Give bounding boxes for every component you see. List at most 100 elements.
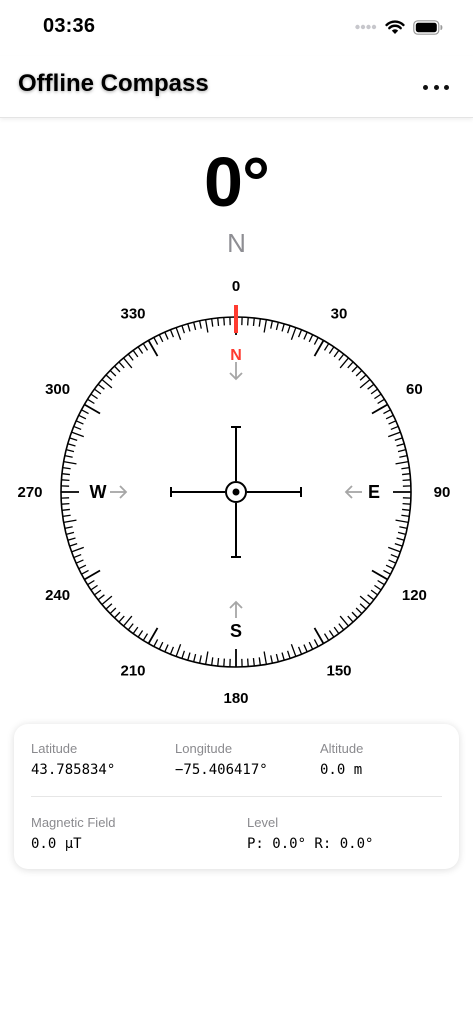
dial-tick	[367, 594, 375, 601]
dial-label: 120	[402, 587, 427, 604]
page-title: Offline Compass	[18, 70, 209, 97]
dial-tick	[383, 409, 391, 415]
dial-tick	[396, 443, 405, 447]
dial-tick	[94, 388, 102, 395]
dial-tick	[370, 589, 378, 596]
dial-tick	[377, 579, 385, 586]
dial-tick	[137, 630, 144, 638]
dial-tick	[338, 353, 345, 361]
dial-tick	[66, 449, 75, 453]
dial-tick	[359, 595, 371, 605]
dial-tick	[81, 409, 89, 415]
dial-tick	[374, 393, 382, 400]
dial-tick	[303, 331, 308, 340]
dial-tick	[388, 420, 397, 425]
dial-tick	[132, 350, 139, 358]
dial-tick	[394, 542, 403, 547]
dial-tick	[290, 644, 297, 657]
dial-tick	[359, 603, 367, 610]
dial-tick	[87, 579, 95, 586]
dial-tick	[97, 594, 105, 601]
dial-tick	[217, 658, 220, 667]
dial-label: 330	[120, 306, 145, 323]
magnetic-field-value: 0.0 µT	[31, 836, 82, 852]
more-options-button[interactable]	[423, 80, 449, 94]
dial-tick	[169, 329, 175, 338]
dial-tick	[258, 657, 261, 666]
compass-dial: 0 30 60 90 120 150 180 210 240 270 300 330 N S W E	[17, 278, 450, 707]
dial-tick	[73, 553, 82, 559]
dial-tick	[109, 369, 117, 377]
dial-tick	[169, 646, 175, 655]
dial-tick	[175, 644, 182, 657]
dial-tick	[303, 644, 308, 653]
dial-tick	[399, 526, 408, 530]
cardinal-east-label: E	[368, 482, 380, 502]
dial-tick	[211, 657, 214, 666]
dial-tick	[377, 398, 385, 405]
dial-tick	[211, 318, 214, 327]
dial-tick	[113, 611, 121, 619]
dial-tick	[69, 437, 78, 442]
dial-tick	[351, 365, 359, 373]
dial-tick	[73, 425, 82, 431]
dial-tick	[385, 414, 394, 420]
dial-tick	[333, 350, 340, 358]
status-time: 03:36	[43, 15, 96, 37]
level-value: P: 0.0° R: 0.0°	[247, 836, 374, 852]
dial-tick	[153, 337, 159, 345]
dial-tick	[158, 641, 164, 650]
dial-tick	[87, 398, 95, 405]
cardinal-north-label: N	[230, 347, 242, 364]
dial-tick	[101, 379, 113, 389]
dial-tick	[396, 537, 405, 541]
dial-tick	[90, 393, 98, 400]
dial-tick	[187, 652, 191, 661]
dial-tick	[204, 651, 209, 665]
dial-tick	[63, 460, 77, 465]
dial-tick	[198, 655, 202, 664]
dial-tick	[275, 322, 279, 331]
dial-tick	[127, 623, 134, 631]
dial-tick	[118, 615, 125, 623]
cardinal-south-label: S	[230, 621, 242, 641]
dial-tick	[142, 633, 149, 641]
dial-tick	[359, 379, 371, 389]
dial-tick	[132, 626, 139, 634]
dial-label: 240	[45, 587, 70, 604]
dial-tick	[275, 653, 279, 662]
more-dot-icon	[423, 84, 428, 90]
dial-tick	[355, 369, 363, 377]
dial-tick	[63, 519, 77, 524]
dial-tick	[270, 320, 274, 329]
dial-tick	[97, 383, 105, 390]
dial-tick	[217, 317, 220, 326]
cardinal-west-label: W	[90, 482, 107, 502]
latitude-value: 43.785834°	[31, 762, 116, 778]
dial-tick	[198, 320, 202, 329]
dial-tick	[193, 322, 197, 331]
dial-tick	[153, 639, 159, 647]
dial-tick	[175, 327, 182, 340]
dial-tick	[67, 537, 76, 541]
dial-label: 210	[120, 662, 145, 679]
dial-tick	[290, 327, 297, 340]
dial-tick	[339, 615, 349, 627]
dial-tick	[127, 353, 134, 361]
dial-tick	[388, 431, 401, 438]
dial-tick	[90, 584, 98, 591]
navigation-bar: Offline Compass	[0, 56, 473, 118]
dial-tick	[187, 323, 191, 332]
battery-icon	[413, 19, 443, 35]
dial-tick	[64, 454, 73, 458]
dial-tick	[78, 414, 87, 420]
dial-tick	[66, 531, 75, 535]
dial-tick	[390, 425, 399, 431]
magnetic-field-label: Magnetic Field	[31, 815, 116, 830]
dial-label: 300	[45, 381, 70, 398]
dial-tick	[123, 615, 133, 627]
status-icons	[355, 17, 443, 37]
dial-tick	[395, 460, 409, 465]
dial-tick	[313, 639, 319, 647]
dial-tick	[164, 644, 169, 653]
